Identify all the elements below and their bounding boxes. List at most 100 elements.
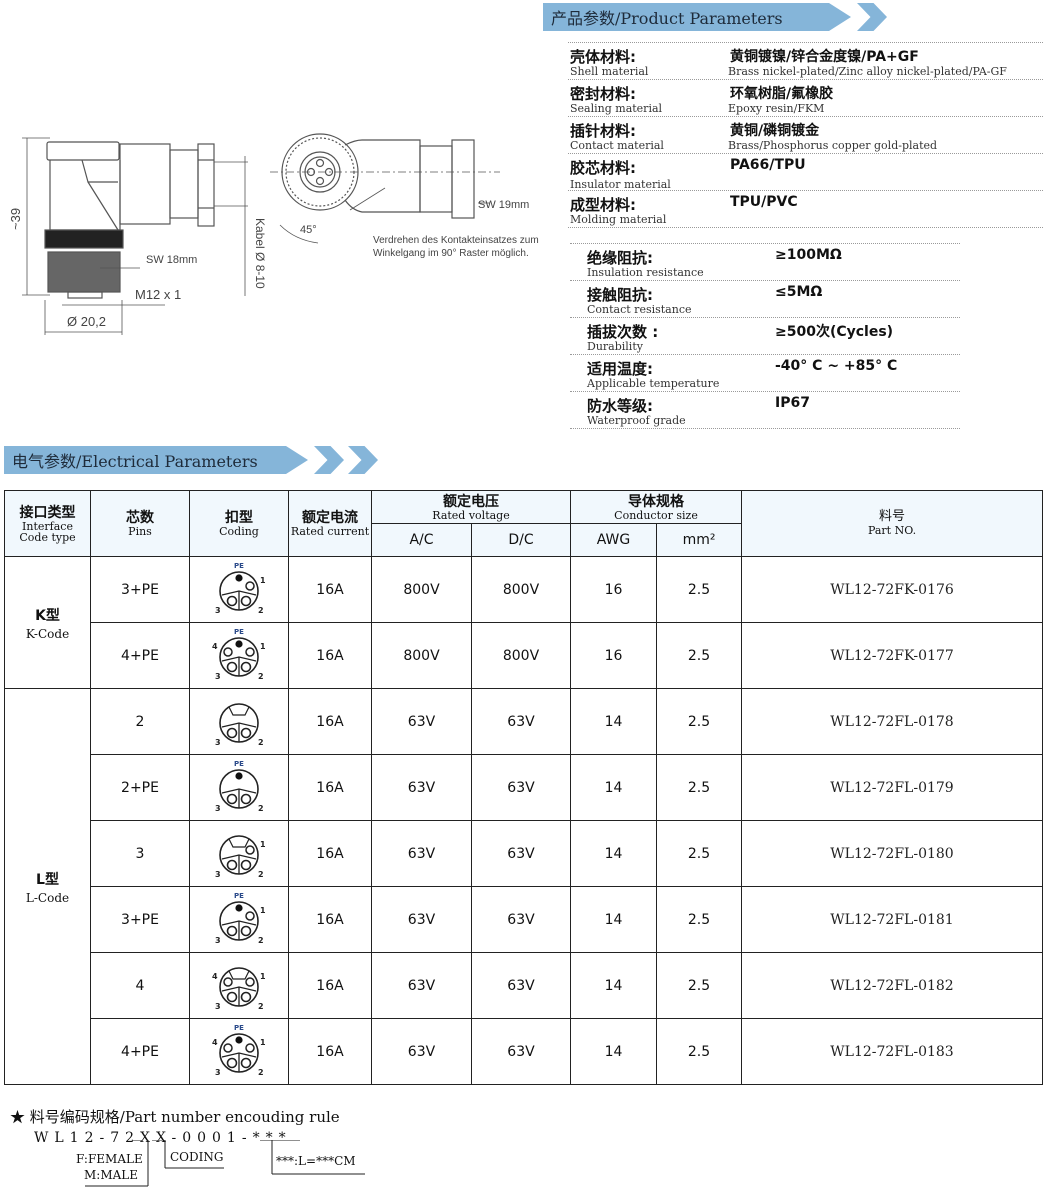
part-number-cell: WL12-72FL-0183 [741, 1018, 1044, 1085]
table-row: 3 3 2 1 16A 63V 63V 14 2.5 WL12-72FL-0180 [5, 820, 1044, 887]
awg-cell: 14 [570, 886, 658, 953]
table-row: 4+PE PE 3 2 1 4 16A 800V 800V 16 2.5 WL12-72FK-0177 [5, 622, 1044, 689]
svg-text:PE: PE [234, 760, 244, 768]
param-row-sealing: 密封材料: Sealing material 环氧树脂/氟橡胶 Epoxy re… [568, 79, 1043, 116]
svg-text:PE: PE [234, 1024, 244, 1032]
coding-cell: PE 3 2 1 4 [189, 622, 289, 689]
header-interface: 接口类型 Interface Code type [4, 490, 91, 557]
param-label: 胶芯材料: [570, 159, 636, 177]
voltage-ac-cell: 800V [371, 556, 472, 623]
spec-label-en: Waterproof grade [587, 414, 686, 427]
pin-layout-icon: 3 2 1 4 [212, 966, 266, 1011]
current-cell: 16A [288, 886, 372, 953]
svg-text:1: 1 [260, 840, 266, 849]
svg-text:1: 1 [260, 642, 266, 651]
voltage-dc-cell: 800V [470, 556, 572, 623]
material-parameters: 壳体材料: Shell material 黄铜镀镍/锌合金度镍/PA+GF Br… [568, 42, 1043, 228]
voltage-ac-cell: 800V [371, 622, 472, 689]
product-parameters-banner: 产品参数/Product Parameters [543, 3, 887, 31]
spec-value: IP67 [775, 395, 810, 411]
part-number-cell: WL12-72FK-0176 [741, 556, 1044, 623]
mm2-cell: 2.5 [656, 820, 743, 887]
svg-text:3: 3 [215, 804, 221, 813]
chevron-icon [857, 3, 887, 31]
table-row: 2+PE PE 3 2 16A 63V 63V 14 2.5 WL12-72FL-0179 [5, 754, 1044, 821]
spec-value: ≥100MΩ [775, 247, 842, 263]
pin-layout-icon: 3 2 1 [215, 834, 266, 879]
svg-text:PE: PE [234, 628, 244, 636]
svg-text:2: 2 [258, 672, 264, 681]
svg-text:1: 1 [260, 576, 266, 585]
pins-cell: 2+PE [90, 754, 190, 821]
svg-text:2: 2 [258, 1002, 264, 1011]
cable-label: Kabel Ø 8-10 [253, 218, 267, 289]
current-cell: 16A [288, 820, 372, 887]
awg-cell: 16 [570, 622, 658, 689]
svg-text:1: 1 [260, 906, 266, 915]
sw18-label: SW 18mm [146, 254, 197, 266]
spec-row-waterproof: 防水等级: Waterproof grade IP67 [570, 391, 960, 429]
spec-label: 绝缘阻抗: [587, 249, 653, 267]
drawing-note-1: Verdrehen des Kontakteinsatzes zum [373, 235, 539, 246]
current-cell: 16A [288, 688, 372, 755]
part-number-encoding-rule: ★ 料号编码规格/Part number encouding rule WL12… [10, 1106, 365, 1187]
pin-layout-icon: PE 3 2 [215, 760, 264, 813]
pins-cell: 3+PE [90, 556, 190, 623]
param-row-insulator: 胶芯材料: Insulator material PA66/TPU [568, 153, 1043, 191]
voltage-ac-cell: 63V [371, 754, 472, 821]
voltage-ac-cell: 63V [371, 952, 472, 1019]
svg-text:4: 4 [212, 1038, 218, 1047]
voltage-ac-cell: 63V [371, 820, 472, 887]
spec-label-en: Applicable temperature [587, 377, 720, 390]
svg-text:4: 4 [212, 642, 218, 651]
mm2-cell: 2.5 [656, 688, 743, 755]
spec-label-en: Contact resistance [587, 303, 692, 316]
coding-label: CODING [170, 1150, 224, 1164]
param-row-molding: 成型材料: Molding material TPU/PVC [568, 190, 1043, 228]
param-value-en: Brass/Phosphorus copper gold-plated [728, 139, 938, 152]
awg-cell: 16 [570, 556, 658, 623]
spec-row-contact-resistance: 接触阻抗: Contact resistance ≤5MΩ [570, 280, 960, 317]
svg-text:3: 3 [215, 738, 221, 747]
svg-text:1: 1 [260, 972, 266, 981]
current-cell: 16A [288, 622, 372, 689]
pin-layout-icon: PE 3 2 1 [215, 562, 266, 615]
voltage-dc-cell: 63V [470, 820, 572, 887]
param-row-contact: 插针材料: Contact material 黄铜/磷铜镀金 Brass/Pho… [568, 116, 1043, 153]
param-label: 成型材料: [570, 196, 636, 214]
pin-layout-icon: PE 3 2 1 [215, 892, 266, 945]
voltage-dc-cell: 63V [470, 688, 572, 755]
part-number-cell: WL12-72FL-0182 [741, 952, 1044, 1019]
current-cell: 16A [288, 754, 372, 821]
table-row: K型 K-Code 3+PE PE 3 2 1 16A 800V 800V 16 2.5 WL12-72… [4, 556, 1044, 689]
table-row: 3+PE PE 3 2 1 16A 63V 63V 14 2.5 WL12-72FL-0181 [5, 886, 1044, 953]
pin-layout-icon: PE 3 2 1 4 [212, 1024, 266, 1077]
height-dimension: ~39 [8, 208, 23, 230]
header-dc: D/C [470, 523, 572, 557]
param-label-en: Sealing material [570, 102, 663, 115]
param-label: 插针材料: [570, 122, 636, 140]
spec-label: 防水等级: [587, 397, 653, 415]
svg-text:2: 2 [258, 1068, 264, 1077]
gender-male: M:MALE [84, 1168, 139, 1182]
pins-cell: 4 [90, 952, 190, 1019]
svg-text:2: 2 [258, 738, 264, 747]
drawing-note-2: Winkelgang im 90° Raster möglich. [373, 248, 529, 259]
svg-text:2: 2 [258, 804, 264, 813]
awg-cell: 14 [570, 688, 658, 755]
angle-label: 45° [300, 224, 317, 236]
param-label-en: Molding material [570, 213, 667, 226]
param-value: PA66/TPU [730, 157, 806, 173]
voltage-dc-cell: 63V [470, 754, 572, 821]
mm2-cell: 2.5 [656, 886, 743, 953]
chevron-icon [314, 446, 344, 474]
svg-text:3: 3 [215, 1002, 221, 1011]
svg-text:3: 3 [215, 936, 221, 945]
param-label: 壳体材料: [570, 48, 636, 66]
coding-cell: PE 3 2 1 [189, 556, 289, 623]
diameter-label: Ø 20,2 [67, 314, 106, 329]
interface-type-en: K-Code [25, 626, 70, 641]
param-value-en: Brass nickel-plated/Zinc alloy nickel-pl… [728, 65, 1007, 78]
pin-layout-icon: PE 3 2 1 4 [212, 628, 266, 681]
svg-text:3: 3 [215, 870, 221, 879]
